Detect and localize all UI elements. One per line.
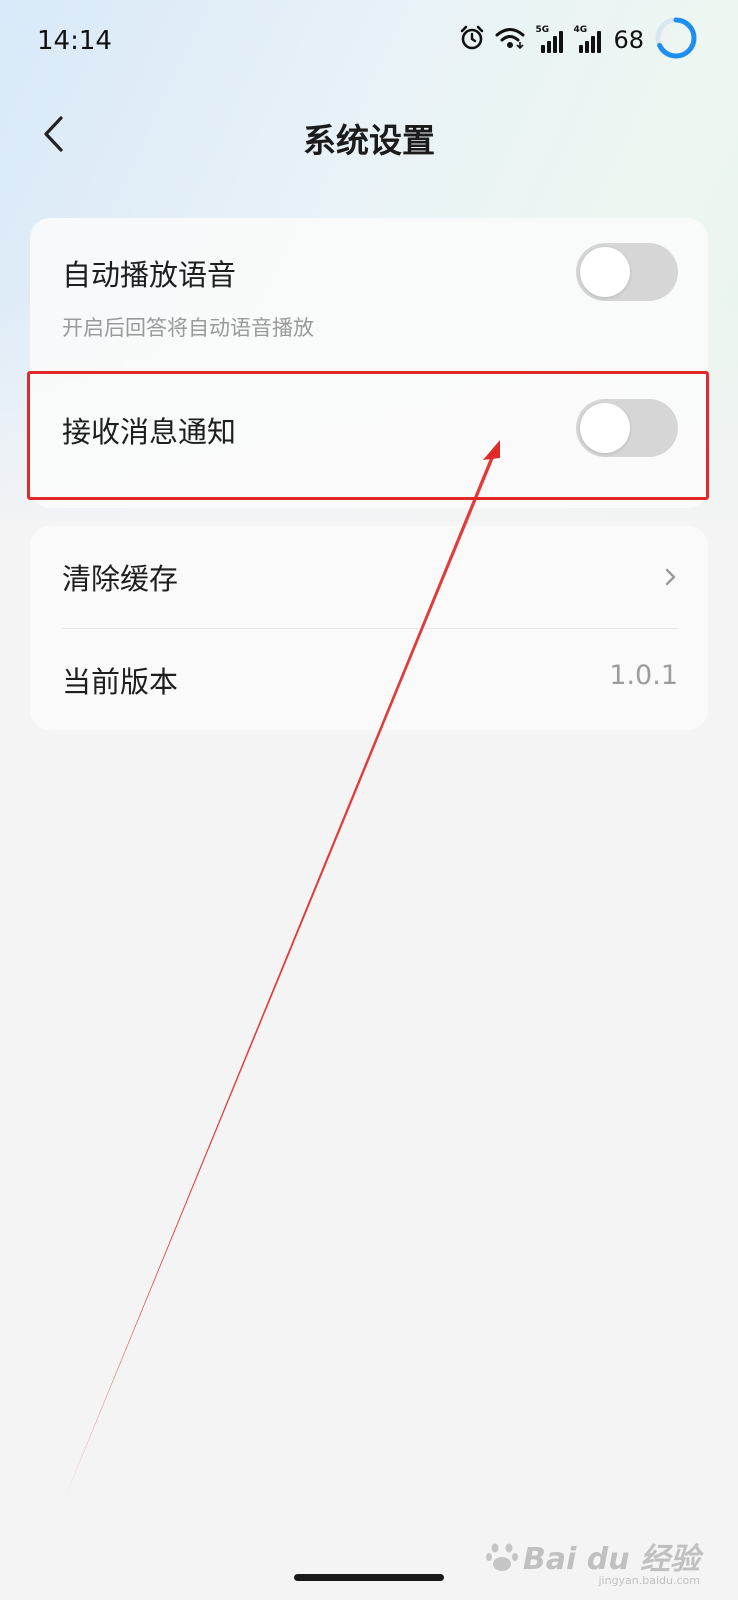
paw-icon: [485, 1543, 518, 1571]
clear-cache-label: 清除缓存: [62, 562, 179, 596]
page-title: 系统设置: [303, 121, 435, 160]
wifi-icon: [495, 26, 525, 54]
setting-row-clear-cache[interactable]: 清除缓存: [30, 526, 708, 628]
status-bar: 14:14 5G 4G 68: [0, 0, 738, 80]
home-indicator[interactable]: [294, 1574, 444, 1581]
current-version-value: 1.0.1: [609, 660, 678, 691]
page-header: 系统设置: [0, 92, 738, 176]
watermark-brand: Bai du 经验: [522, 1542, 700, 1577]
auto-play-voice-description: 开启后回答将自动语音播放: [62, 316, 314, 340]
setting-row-auto-play-voice: 自动播放语音 开启后回答将自动语音播放: [30, 218, 708, 368]
current-version-label: 当前版本: [62, 665, 179, 699]
auto-play-voice-toggle[interactable]: [576, 243, 678, 301]
settings-card-app: 清除缓存 当前版本 1.0.1: [30, 526, 708, 730]
battery-ring-icon: [654, 16, 698, 64]
alarm-icon: [459, 25, 485, 55]
baidu-watermark: Bai du 经验: [485, 1534, 700, 1578]
annotation-highlight-box: [27, 371, 709, 500]
battery-level: 68: [613, 26, 644, 54]
status-time: 14:14: [37, 26, 112, 56]
toggle-knob: [580, 247, 630, 297]
chevron-right-icon: [665, 568, 676, 586]
status-icons: 5G 4G 68: [459, 16, 698, 64]
setting-row-current-version: 当前版本 1.0.1: [30, 629, 708, 730]
signal-4g-icon: 4G: [573, 25, 602, 53]
signal-5g-icon: 5G: [535, 25, 564, 53]
watermark-url: jingyan.baidu.com: [598, 1574, 700, 1587]
auto-play-voice-label: 自动播放语音: [62, 258, 237, 292]
